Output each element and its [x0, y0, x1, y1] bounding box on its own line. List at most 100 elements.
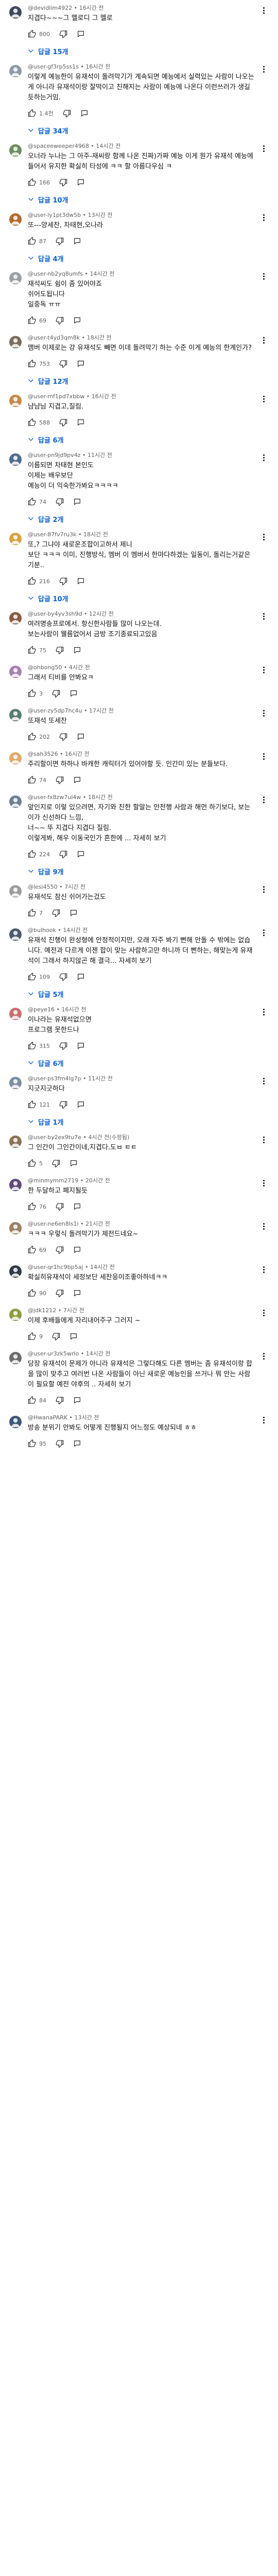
dislike-button[interactable]	[56, 1286, 64, 1300]
comment-time[interactable]: 7시간 전	[63, 1307, 84, 1314]
reply-button[interactable]	[80, 106, 89, 121]
more-vert-icon[interactable]	[258, 1134, 269, 1145]
comment-time[interactable]: 17시간 전	[89, 707, 114, 714]
avatar[interactable]	[9, 1008, 22, 1020]
dislike-button[interactable]	[59, 1039, 67, 1053]
comment-author[interactable]: @user-mf1pd7xbbw	[28, 393, 84, 400]
more-vert-icon[interactable]	[258, 394, 269, 404]
more-vert-icon[interactable]	[258, 1308, 269, 1318]
more-vert-icon[interactable]	[258, 1351, 269, 1361]
like-button[interactable]: 9	[28, 1329, 43, 1344]
comment-time[interactable]: 16시간 전	[79, 5, 104, 11]
dislike-button[interactable]	[56, 495, 64, 509]
comment-time[interactable]: 11시간 전	[88, 452, 112, 459]
reply-button[interactable]	[73, 1243, 81, 1257]
more-vert-icon[interactable]	[258, 1007, 269, 1017]
dislike-button[interactable]	[52, 1329, 60, 1344]
reply-button[interactable]	[70, 686, 78, 701]
comment-time[interactable]: 14시간 전	[90, 270, 115, 277]
comment-time[interactable]: 4시간 전	[69, 664, 90, 671]
comment-time[interactable]: 12시간 전	[89, 611, 114, 617]
comment-time[interactable]: 16시간 전	[62, 1006, 86, 1013]
reply-button[interactable]	[73, 313, 81, 328]
like-button[interactable]: 69	[28, 1243, 46, 1257]
reply-button[interactable]	[73, 495, 81, 509]
comment-author[interactable]: @user-ur3zk5wrlo	[28, 1350, 79, 1357]
view-replies-button[interactable]: 답글 2개	[28, 511, 68, 527]
dislike-button[interactable]	[56, 773, 64, 787]
comment-author[interactable]: @user-zy5dp7hc4u	[28, 707, 82, 714]
more-vert-icon[interactable]	[258, 1178, 269, 1188]
comment-author[interactable]: @user-by2ex9tu7e	[28, 1134, 81, 1141]
comment-time[interactable]: 20시간 전	[85, 1177, 110, 1184]
more-vert-icon[interactable]	[258, 64, 269, 74]
avatar[interactable]	[9, 533, 22, 545]
like-button[interactable]: 7	[28, 906, 43, 920]
comment-author[interactable]: @minmymm2719	[28, 1177, 78, 1184]
more-vert-icon[interactable]	[258, 665, 269, 675]
reply-button[interactable]	[77, 1097, 85, 1112]
comment-author[interactable]: @devidlim4922	[28, 5, 72, 11]
view-replies-button[interactable]: 답글 10개	[28, 192, 74, 207]
more-vert-icon[interactable]	[258, 884, 269, 894]
comment-author[interactable]: @HwanaPARK	[28, 1414, 67, 1421]
more-vert-icon[interactable]	[258, 271, 269, 281]
dislike-button[interactable]	[59, 574, 67, 588]
reply-button[interactable]	[70, 906, 78, 920]
avatar[interactable]	[9, 65, 22, 77]
dislike-button[interactable]	[56, 643, 64, 657]
dislike-button[interactable]	[56, 1199, 64, 1214]
reply-button[interactable]	[73, 773, 81, 787]
reply-button[interactable]	[77, 415, 85, 430]
reply-button[interactable]	[73, 1199, 81, 1214]
avatar[interactable]	[9, 795, 22, 808]
reply-button[interactable]	[73, 1393, 81, 1408]
reply-button[interactable]	[70, 1329, 78, 1344]
comment-author[interactable]: @user-ps3fm4lg7p	[28, 1075, 81, 1082]
reply-button[interactable]	[77, 175, 85, 190]
avatar[interactable]	[9, 453, 22, 466]
more-vert-icon[interactable]	[258, 335, 269, 345]
like-button[interactable]: 75	[28, 643, 46, 657]
like-button[interactable]: 224	[28, 847, 50, 861]
comment-author[interactable]: @ohbong50	[28, 664, 62, 671]
comment-author[interactable]: @user-fx8zw7ul4w	[28, 794, 81, 801]
avatar[interactable]	[9, 885, 22, 897]
comment-time[interactable]: 14시간 전	[96, 143, 120, 149]
comment-time[interactable]: 4시간 전(수정됨)	[88, 1134, 129, 1141]
reply-button[interactable]	[70, 1156, 78, 1171]
view-replies-button[interactable]: 답글 1개	[28, 1114, 68, 1129]
more-vert-icon[interactable]	[258, 143, 269, 154]
comment-time[interactable]: 18시간 전	[87, 334, 112, 341]
dislike-button[interactable]	[52, 686, 60, 701]
like-button[interactable]: 74	[28, 495, 46, 509]
avatar[interactable]	[9, 1136, 22, 1148]
comment-time[interactable]: 7시간 전	[64, 884, 85, 890]
like-button[interactable]: 1.4천	[28, 106, 54, 121]
reply-button[interactable]	[73, 1436, 81, 1451]
comment-author[interactable]: @user-qr1hc9bp5aj	[28, 1264, 83, 1270]
like-button[interactable]: 90	[28, 1286, 46, 1300]
like-button[interactable]: 588	[28, 415, 50, 430]
reply-button[interactable]	[77, 847, 85, 861]
comment-time[interactable]: 16시간 전	[92, 393, 116, 400]
reply-button[interactable]	[77, 574, 85, 588]
comment-time[interactable]: 11시간 전	[88, 1075, 113, 1082]
reply-button[interactable]	[77, 27, 85, 41]
more-vert-icon[interactable]	[258, 532, 269, 542]
comment-time[interactable]: 14시간 전	[86, 1350, 111, 1357]
like-button[interactable]: 76	[28, 1199, 46, 1214]
dislike-button[interactable]	[56, 1243, 64, 1257]
comment-time[interactable]: 21시간 전	[85, 1221, 110, 1227]
like-button[interactable]: 84	[28, 1393, 46, 1408]
avatar[interactable]	[9, 1222, 22, 1234]
comment-time[interactable]: 16시간 전	[65, 751, 90, 757]
dislike-button[interactable]	[52, 1156, 60, 1171]
comment-time[interactable]: 14시간 전	[90, 1264, 115, 1270]
dislike-button[interactable]	[56, 313, 64, 328]
more-vert-icon[interactable]	[258, 751, 269, 761]
avatar[interactable]	[9, 1179, 22, 1191]
more-vert-icon[interactable]	[258, 611, 269, 621]
reply-button[interactable]	[77, 357, 85, 371]
view-replies-button[interactable]: 답글 5개	[28, 986, 68, 1002]
